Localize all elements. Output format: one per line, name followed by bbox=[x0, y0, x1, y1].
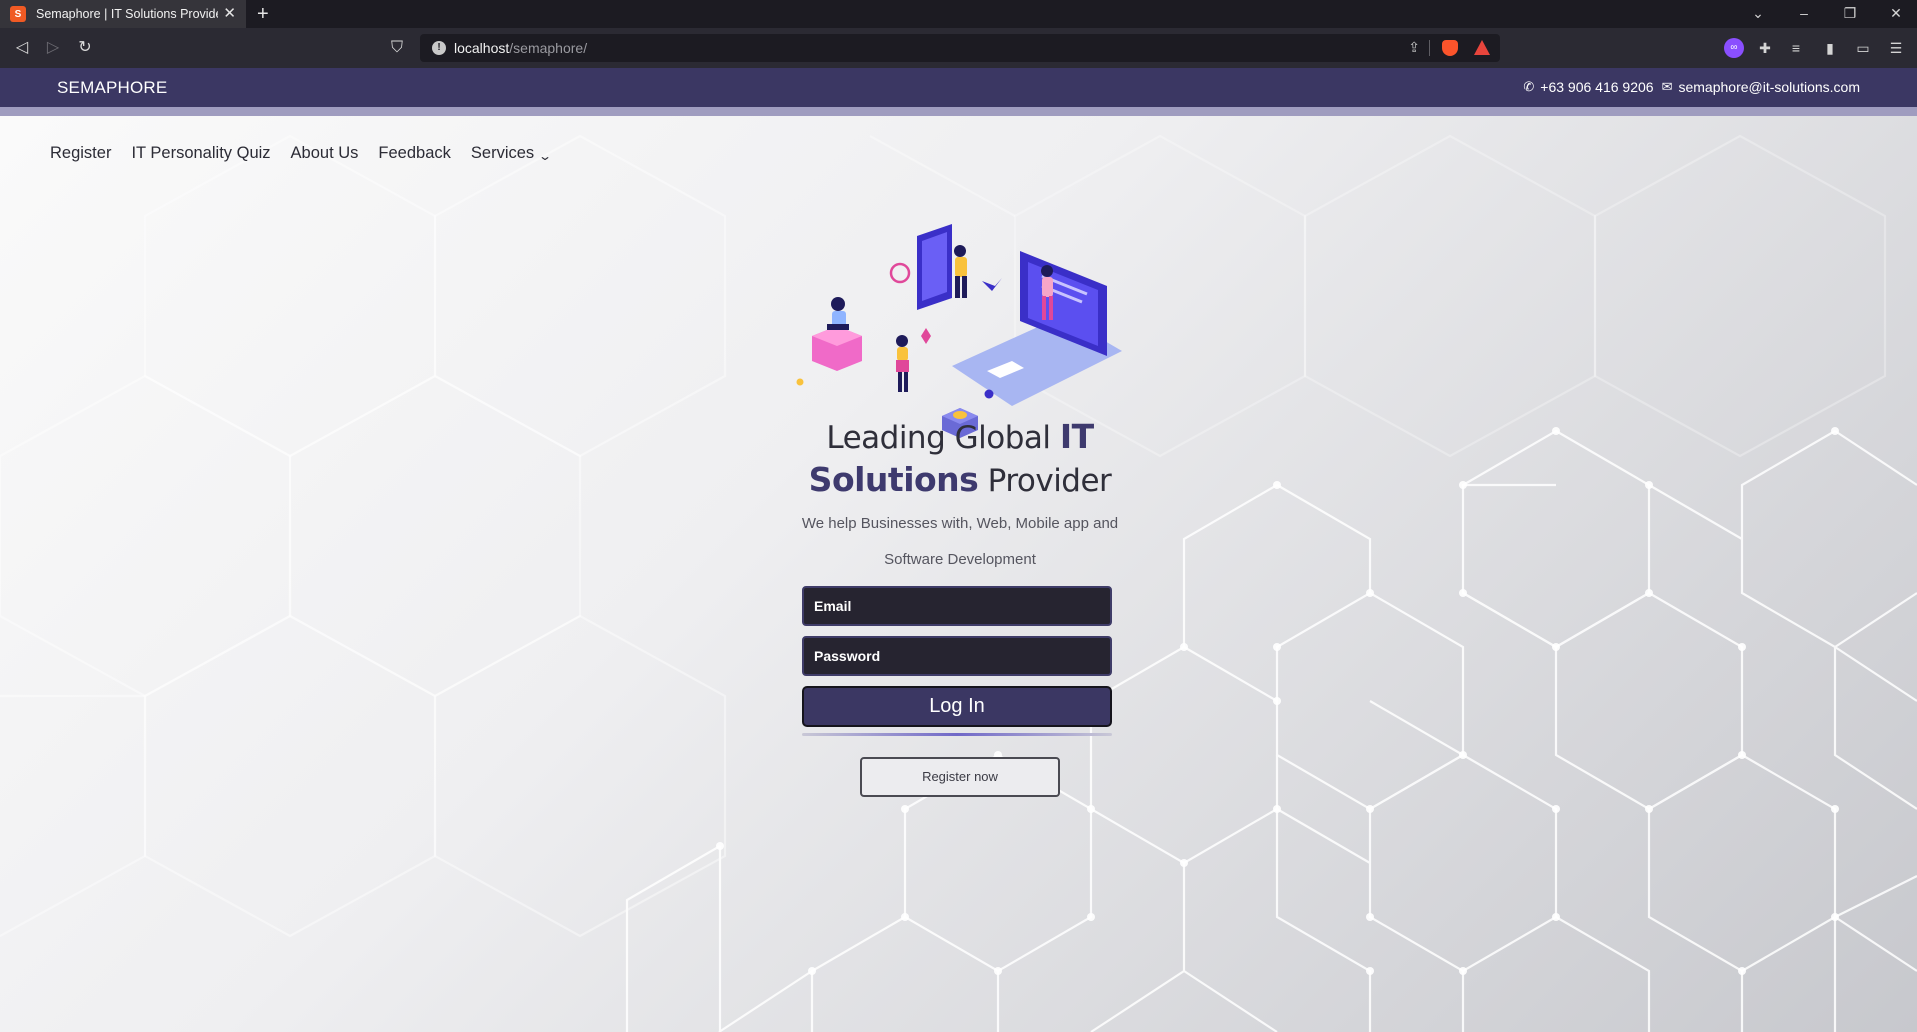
hero-subheading: We help Businesses with, Web, Mobile app… bbox=[801, 515, 1119, 568]
close-tab-icon[interactable]: ✕ bbox=[223, 5, 236, 23]
login-underline-decoration bbox=[802, 733, 1112, 736]
hero-headline: Leading Global IT Solutions Provider bbox=[758, 416, 1162, 502]
tab-title: Semaphore | IT Solutions Provider bbox=[36, 7, 218, 21]
wallet-icon[interactable]: ▭ bbox=[1853, 38, 1873, 58]
headline-highlight-it: IT bbox=[1059, 417, 1094, 456]
back-icon[interactable]: ◁ bbox=[11, 37, 33, 59]
register-now-button[interactable]: Register now bbox=[860, 757, 1060, 797]
share-icon[interactable]: ⇪ bbox=[1408, 39, 1420, 56]
leo-ai-icon[interactable]: ∞ bbox=[1724, 38, 1744, 58]
site-favicon-icon: S bbox=[10, 6, 26, 22]
envelope-icon: ✉ bbox=[1661, 79, 1673, 94]
email-field[interactable] bbox=[814, 598, 1100, 614]
tab-list-chevron-icon[interactable]: ⌄ bbox=[1747, 3, 1769, 23]
contact-phone[interactable]: +63 906 416 9206 bbox=[1540, 79, 1653, 95]
landing-page: Register IT Personality Quiz About Us Fe… bbox=[0, 116, 1917, 1032]
headline-text-2: Provider bbox=[978, 463, 1112, 499]
site-brand-logo[interactable]: SEMAPHORE bbox=[57, 78, 167, 98]
address-bar[interactable]: ! localhost/semaphore/ ⇪ bbox=[420, 34, 1500, 62]
site-navigation: Register IT Personality Quiz About Us Fe… bbox=[50, 144, 570, 163]
nav-quiz-link[interactable]: IT Personality Quiz bbox=[131, 144, 270, 163]
playlist-icon[interactable]: ≡ bbox=[1786, 38, 1806, 58]
nav-feedback-link[interactable]: Feedback bbox=[378, 144, 450, 163]
chevron-down-icon: ⌄ bbox=[538, 149, 553, 163]
nav-services-label: Services bbox=[470, 144, 535, 162]
contact-info: ✆ +63 906 416 9206 ✉ semaphore@it-soluti… bbox=[1523, 79, 1860, 95]
brave-shields-icon[interactable] bbox=[1442, 40, 1458, 56]
site-top-bar: SEMAPHORE ✆ +63 906 416 9206 ✉ semaphore… bbox=[0, 68, 1917, 107]
sidebar-icon[interactable]: ▮ bbox=[1820, 38, 1840, 58]
menu-icon[interactable]: ☰ bbox=[1886, 38, 1906, 58]
headline-text-1: Leading Global bbox=[826, 420, 1060, 456]
url-host: localhost bbox=[454, 40, 510, 56]
extensions-puzzle-icon[interactable]: ✚ bbox=[1755, 38, 1775, 58]
url-separator bbox=[1429, 40, 1430, 56]
phone-icon: ✆ bbox=[1523, 79, 1535, 94]
password-field[interactable] bbox=[814, 648, 1100, 664]
reload-icon[interactable]: ↻ bbox=[74, 37, 96, 59]
contact-email[interactable]: semaphore@it-solutions.com bbox=[1678, 79, 1860, 95]
close-window-icon[interactable]: ✕ bbox=[1885, 3, 1907, 23]
email-field-wrapper bbox=[802, 586, 1112, 626]
password-field-wrapper bbox=[802, 636, 1112, 676]
browser-tab-bar: S Semaphore | IT Solutions Provider ✕ + … bbox=[0, 0, 1917, 28]
url-text[interactable]: localhost/semaphore/ bbox=[454, 40, 587, 56]
nav-register-link[interactable]: Register bbox=[50, 144, 111, 163]
site-info-icon[interactable]: ! bbox=[432, 41, 446, 55]
login-button[interactable]: Log In bbox=[802, 686, 1112, 727]
browser-toolbar: ◁ ▷ ↻ ⛉ ! localhost/semaphore/ ⇪ ∞ ✚ ≡ ▮… bbox=[0, 28, 1917, 68]
forward-icon[interactable]: ▷ bbox=[42, 37, 64, 59]
nav-about-link[interactable]: About Us bbox=[291, 144, 359, 163]
url-path: /semaphore/ bbox=[509, 40, 588, 56]
brave-rewards-icon[interactable] bbox=[1474, 40, 1490, 55]
browser-tab-active[interactable]: S Semaphore | IT Solutions Provider ✕ bbox=[0, 0, 246, 28]
headline-highlight-solutions: Solutions bbox=[808, 460, 979, 499]
restore-icon[interactable]: ❐ bbox=[1839, 3, 1861, 23]
header-accent-stripe bbox=[0, 107, 1917, 116]
nav-services-dropdown[interactable]: Services ⌄ bbox=[470, 144, 553, 163]
new-tab-icon[interactable]: + bbox=[257, 2, 269, 26]
minimize-icon[interactable]: – bbox=[1793, 3, 1815, 23]
bookmark-icon[interactable]: ⛉ bbox=[386, 37, 408, 59]
